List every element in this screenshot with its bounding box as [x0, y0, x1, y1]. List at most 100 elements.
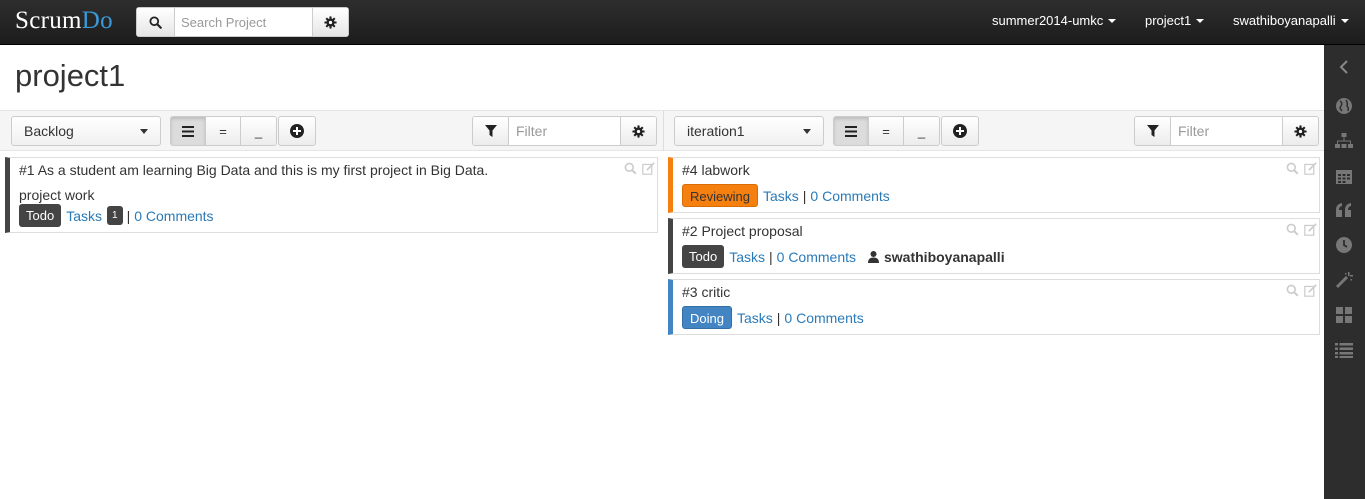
list-lines-icon: [182, 125, 194, 137]
calendar-icon[interactable]: [1334, 166, 1354, 186]
story-title: #4 labwork: [682, 162, 750, 178]
list-lines-icon: [845, 125, 857, 137]
plus-circle-icon: [290, 124, 304, 138]
org-menu[interactable]: summer2014-umkc: [992, 13, 1117, 28]
tasks-link[interactable]: Tasks: [763, 188, 799, 204]
right-filter-input[interactable]: [1171, 117, 1282, 145]
left-view-toggle: = _: [170, 116, 277, 146]
search-icon[interactable]: [1286, 284, 1299, 297]
story-card[interactable]: #2 Project proposal Todo Tasks | 0 Comme…: [668, 218, 1320, 274]
user-menu[interactable]: swathiboyanapalli: [1233, 13, 1349, 28]
search-icon: [149, 15, 162, 29]
edit-icon[interactable]: [642, 162, 655, 175]
iteration-select[interactable]: iteration1: [674, 116, 824, 146]
filter-button[interactable]: [1135, 117, 1171, 145]
story-meta: Todo Tasks | 0 Comments swathiboyanapall…: [682, 245, 1005, 268]
story-title: #1 As a student am learning Big Data and…: [19, 162, 489, 178]
separator: |: [126, 207, 131, 224]
filter-icon: [484, 125, 497, 137]
filter-icon: [1146, 125, 1159, 137]
project-menu[interactable]: project1: [1145, 13, 1205, 28]
gear-icon: [632, 124, 645, 138]
story-card[interactable]: #3 critic Doing Tasks | 0 Comments: [668, 279, 1320, 335]
tasks-link[interactable]: Tasks: [729, 249, 765, 265]
plus-circle-icon: [953, 124, 967, 138]
comments-link[interactable]: 0 Comments: [784, 310, 863, 326]
scrumdo-logo[interactable]: ScrumDo: [15, 7, 113, 35]
clock-icon[interactable]: [1334, 235, 1354, 255]
chevron-down-icon: [1108, 19, 1117, 23]
view-full-button[interactable]: [834, 117, 869, 145]
search-icon[interactable]: [1286, 223, 1299, 236]
add-story-button[interactable]: [941, 116, 979, 146]
view-condensed-button[interactable]: =: [869, 117, 904, 145]
search-settings-button[interactable]: [312, 8, 348, 36]
chevron-down-icon: [1340, 19, 1349, 23]
view-full-button[interactable]: [171, 117, 206, 145]
tasks-count-badge: 1: [107, 206, 123, 225]
card-tools: [1286, 162, 1317, 175]
project-menu-label: project1: [1145, 13, 1192, 28]
story-meta: Todo Tasks 1 | 0 Comments: [19, 204, 214, 227]
magic-wand-icon[interactable]: [1334, 270, 1354, 290]
user-icon: [868, 250, 879, 263]
story-meta: Reviewing Tasks | 0 Comments: [682, 184, 890, 207]
list-icon[interactable]: [1334, 340, 1354, 360]
status-badge[interactable]: Doing: [682, 306, 732, 329]
iteration-select-label: iteration1: [687, 123, 745, 139]
tasks-link[interactable]: Tasks: [66, 208, 102, 224]
search-icon[interactable]: [1286, 162, 1299, 175]
status-badge[interactable]: Reviewing: [682, 184, 758, 207]
view-minimal-button[interactable]: _: [904, 117, 939, 145]
top-navbar: ScrumDo summer2014-umkc project1 swathib…: [0, 0, 1365, 45]
right-sidebar: [1324, 45, 1365, 499]
edit-icon[interactable]: [1304, 284, 1317, 297]
story-title: #2 Project proposal: [682, 223, 803, 239]
edit-icon[interactable]: [1304, 223, 1317, 236]
chevron-left-icon[interactable]: [1334, 57, 1354, 77]
owner-name: swathiboyanapalli: [884, 248, 1005, 265]
filter-button[interactable]: [473, 117, 509, 145]
story-meta: Doing Tasks | 0 Comments: [682, 306, 864, 329]
pane-divider[interactable]: [663, 110, 664, 151]
search-button[interactable]: [137, 8, 175, 36]
backlog-select[interactable]: Backlog: [11, 116, 161, 146]
comments-link[interactable]: 0 Comments: [810, 188, 889, 204]
globe-icon[interactable]: [1334, 96, 1354, 116]
separator: |: [769, 248, 773, 265]
story-card[interactable]: #1 As a student am learning Big Data and…: [5, 157, 658, 233]
gear-icon: [1294, 124, 1307, 138]
chevron-down-icon: [1196, 19, 1205, 23]
dashboard-icon[interactable]: [1334, 305, 1354, 325]
view-condensed-button[interactable]: =: [206, 117, 241, 145]
add-story-button[interactable]: [278, 116, 316, 146]
comments-link[interactable]: 0 Comments: [134, 208, 213, 224]
quote-icon[interactable]: [1334, 200, 1354, 220]
chevron-down-icon: [803, 128, 811, 134]
project-search: [136, 7, 349, 37]
backlog-select-label: Backlog: [24, 123, 74, 139]
separator: |: [802, 187, 807, 204]
story-description: project work: [19, 187, 95, 203]
search-input[interactable]: [175, 8, 312, 36]
edit-icon[interactable]: [1304, 162, 1317, 175]
status-badge[interactable]: Todo: [682, 245, 725, 268]
right-filter-settings-button[interactable]: [1282, 117, 1318, 145]
comments-link[interactable]: 0 Comments: [777, 249, 856, 265]
separator: |: [776, 309, 781, 326]
tasks-link[interactable]: Tasks: [737, 310, 773, 326]
status-badge[interactable]: Todo: [19, 204, 62, 227]
gear-icon: [324, 15, 337, 29]
sitemap-icon[interactable]: [1334, 131, 1354, 151]
page-title: project1: [15, 58, 126, 93]
search-icon[interactable]: [624, 162, 637, 175]
view-minimal-button[interactable]: _: [241, 117, 276, 145]
left-filter: [472, 116, 657, 146]
card-tools: [1286, 223, 1317, 236]
logo-text-scrum: Scrum: [15, 7, 82, 34]
story-card[interactable]: #4 labwork Reviewing Tasks | 0 Comments: [668, 157, 1320, 213]
story-owner[interactable]: swathiboyanapalli: [868, 249, 1005, 265]
left-filter-settings-button[interactable]: [620, 117, 656, 145]
story-title: #3 critic: [682, 284, 731, 300]
left-filter-input[interactable]: [509, 117, 620, 145]
